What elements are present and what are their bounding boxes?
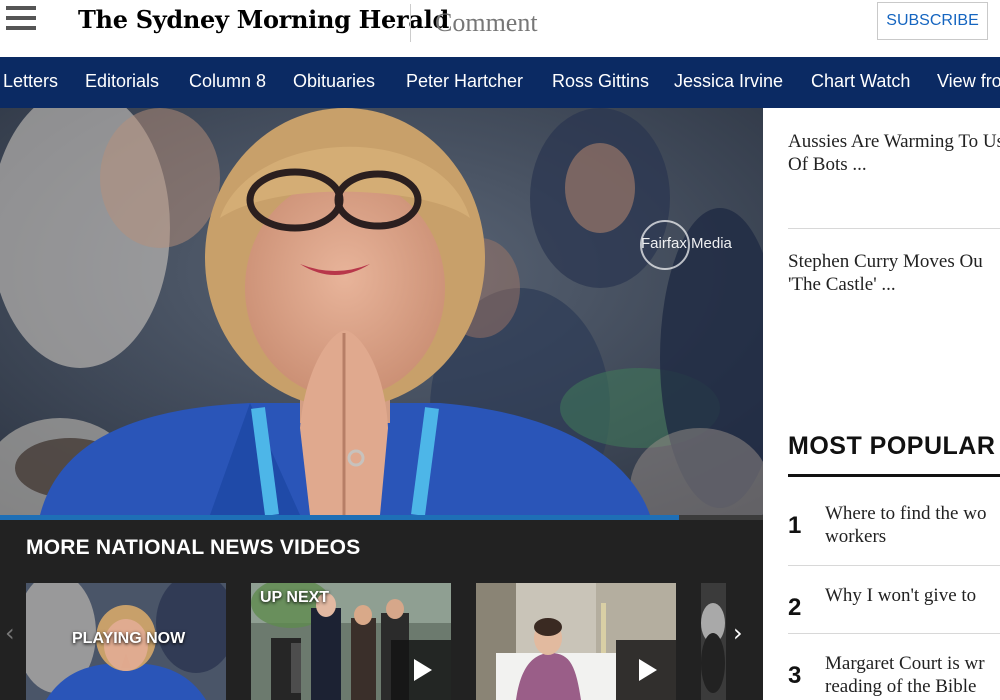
hamburger-menu-icon[interactable] [6, 6, 38, 38]
hero-video-player[interactable]: Fairfax Media [0, 108, 763, 515]
playing-now-label: PLAYING NOW [72, 630, 186, 647]
most-popular-item[interactable]: 3 Margaret Court is wr reading of the Bi… [788, 652, 1000, 700]
more-videos-title: MORE NATIONAL NEWS VIDEOS [26, 536, 361, 559]
rank-number: 3 [788, 662, 802, 689]
nav-item-peter-hartcher[interactable]: Peter Hartcher [406, 71, 523, 92]
story-divider [788, 228, 1000, 229]
header-divider [410, 4, 411, 42]
subscribe-button[interactable]: SUBSCRIBE [877, 2, 988, 40]
list-divider [788, 565, 1000, 566]
nav-item-editorials[interactable]: Editorials [85, 71, 159, 92]
right-sidebar: Aussies Are Warming To Use Of Bots ... S… [763, 108, 1000, 700]
chevron-right-icon[interactable]: › [733, 619, 743, 647]
list-divider [788, 633, 1000, 634]
chevron-left-icon[interactable]: ‹ [5, 619, 15, 647]
most-popular-item[interactable]: 1 Where to find the wo workers [788, 502, 1000, 562]
most-popular-heading: MOST POPULAR [788, 432, 996, 460]
rank-number: 1 [788, 512, 802, 539]
fairfax-media-watermark: Fairfax Media [640, 220, 732, 270]
most-popular-rule [788, 474, 1000, 477]
nav-item-obituaries[interactable]: Obituaries [293, 71, 375, 92]
section-title[interactable]: Comment [435, 8, 538, 38]
most-popular-item[interactable]: 2 Why I won't give to [788, 584, 1000, 644]
sidebar-story[interactable]: Aussies Are Warming To Use Of Bots ... [788, 130, 1000, 176]
play-icon[interactable] [616, 640, 676, 700]
masthead-logo[interactable]: The Sydney Morning Herald [78, 5, 449, 34]
rank-number: 2 [788, 594, 802, 621]
nav-item-view-from[interactable]: View fro [937, 71, 1000, 92]
video-thumb-2[interactable]: UP NEXT [251, 583, 451, 700]
nav-item-column-8[interactable]: Column 8 [189, 71, 266, 92]
up-next-label: UP NEXT [260, 589, 330, 606]
video-thumb-3[interactable] [476, 583, 676, 700]
site-header: The Sydney Morning Herald Comment SUBSCR… [0, 0, 1000, 57]
nav-item-letters[interactable]: Letters [3, 71, 58, 92]
thumb-4-image [701, 583, 726, 700]
section-nav: Letters Editorials Column 8 Obituaries P… [0, 57, 1000, 108]
hero-video-frame [0, 108, 763, 515]
nav-item-jessica-irvine[interactable]: Jessica Irvine [674, 71, 783, 92]
most-popular-headline[interactable]: Why I won't give to [825, 584, 1000, 607]
most-popular-headline[interactable]: Margaret Court is wr reading of the Bibl… [825, 652, 1000, 698]
video-thumb-1[interactable]: PLAYING NOW [26, 583, 226, 700]
most-popular-headline[interactable]: Where to find the wo workers [825, 502, 1000, 548]
nav-item-chart-watch[interactable]: Chart Watch [811, 71, 910, 92]
video-thumb-4-partial[interactable] [701, 583, 726, 700]
play-icon[interactable] [391, 640, 451, 700]
sidebar-story[interactable]: Stephen Curry Moves Ou 'The Castle' ... [788, 250, 1000, 296]
more-videos-strip: MORE NATIONAL NEWS VIDEOS ‹ PLAYING NOW [0, 520, 763, 700]
nav-item-ross-gittins[interactable]: Ross Gittins [552, 71, 649, 92]
